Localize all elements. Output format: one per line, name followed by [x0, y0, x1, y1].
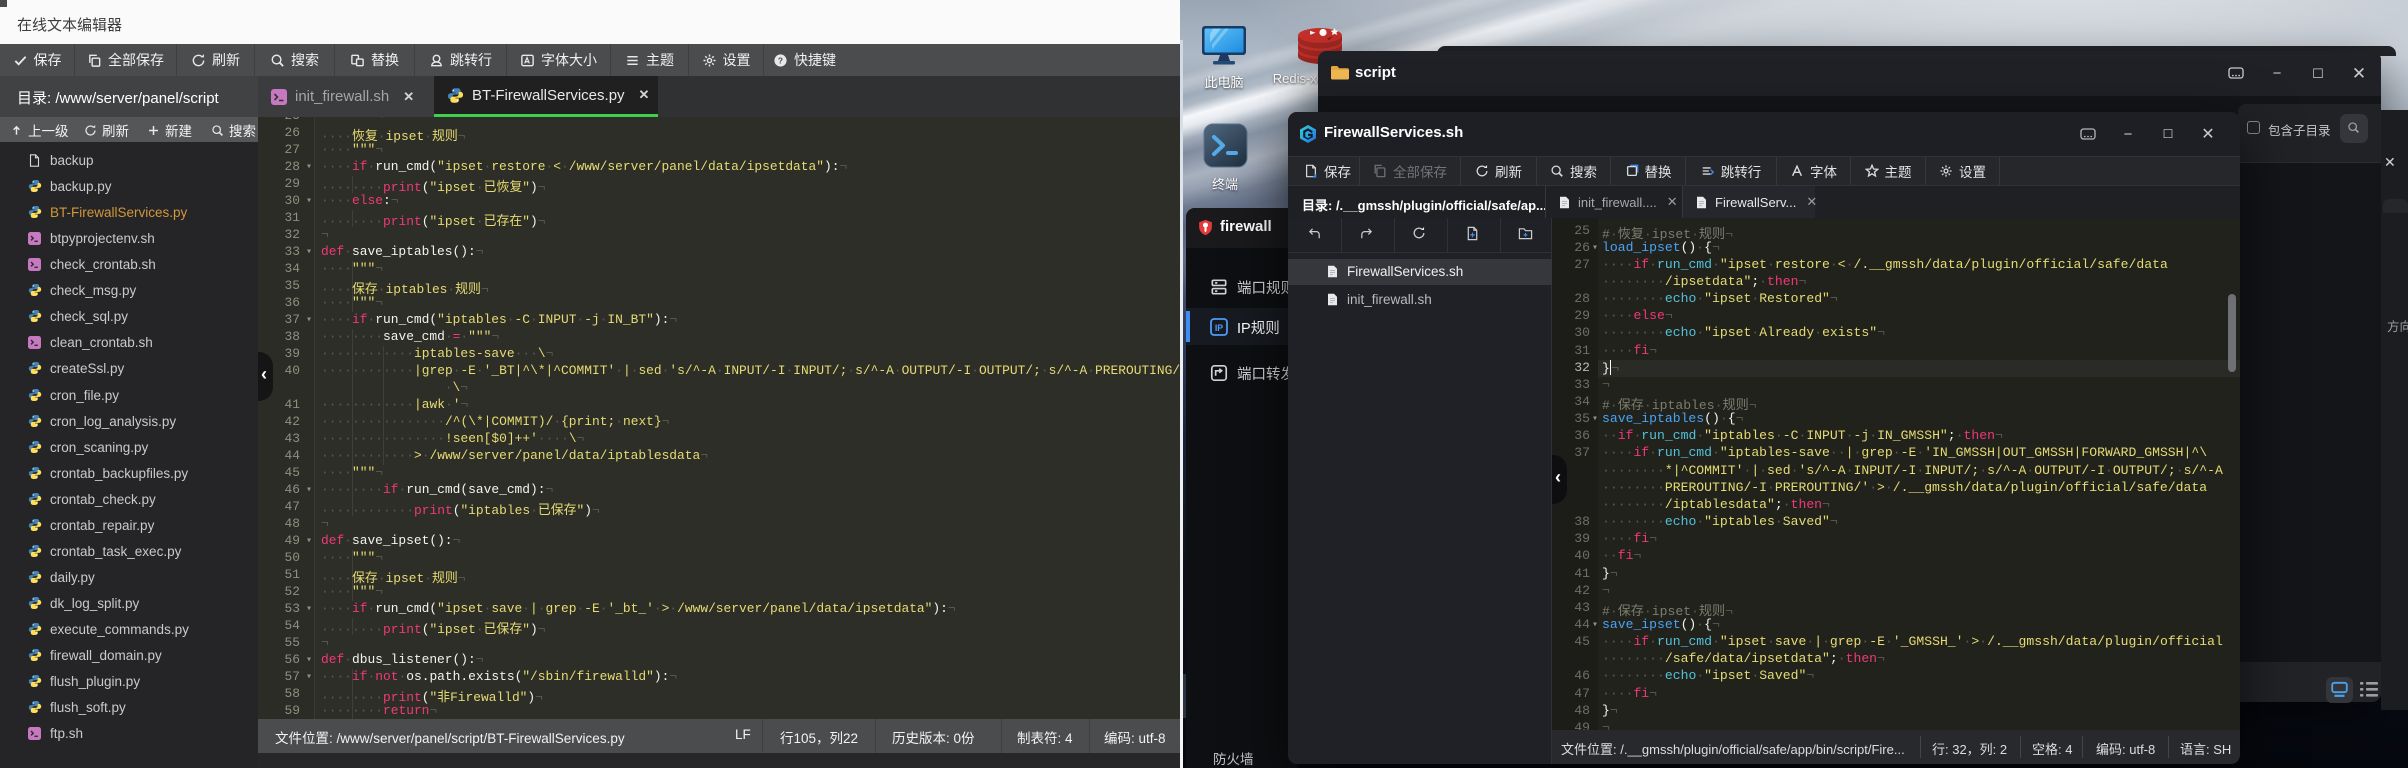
- svg-text:?: ?: [778, 55, 783, 65]
- svg-text:IP: IP: [1215, 323, 1223, 333]
